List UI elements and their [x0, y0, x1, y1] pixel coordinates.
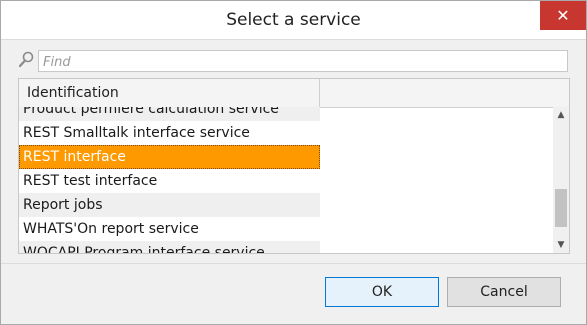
scroll-down-button[interactable]: ▼ [553, 237, 569, 253]
list-item[interactable]: WHATS'On report service [19, 217, 320, 241]
cancel-button[interactable]: Cancel [447, 277, 561, 307]
list-item[interactable]: REST test interface [19, 169, 320, 193]
search-input[interactable] [39, 52, 567, 73]
ok-button[interactable]: OK [325, 277, 439, 307]
select-service-dialog: Select a service ✕ Identification Produc… [0, 0, 587, 325]
dialog-footer: OK Cancel [1, 263, 586, 324]
service-grid: Identification Product permiere calculat… [18, 78, 570, 254]
list-item[interactable]: REST Smalltalk interface service [19, 121, 320, 145]
grid-header: Identification [19, 79, 569, 108]
search-field[interactable] [38, 50, 568, 73]
title-bar: Select a service ✕ [1, 1, 586, 39]
dialog-content: Identification Product permiere calculat… [1, 39, 586, 263]
chevron-up-icon: ▲ [557, 110, 565, 120]
list-item[interactable]: Report jobs [19, 193, 320, 217]
chevron-down-icon: ▼ [557, 240, 565, 250]
column-header-identification[interactable]: Identification [19, 79, 320, 107]
vertical-scrollbar[interactable]: ▲ ▼ [553, 107, 569, 253]
list-item[interactable]: Product permiere calculation service [19, 107, 320, 121]
list-item[interactable]: WOCAPI Program interface service [19, 241, 320, 253]
search-icon [18, 51, 34, 68]
list-item-selected[interactable]: REST interface [19, 145, 320, 169]
close-icon: ✕ [556, 6, 570, 25]
dialog-title: Select a service [226, 10, 361, 30]
grid-rows: Product permiere calculation service RES… [19, 107, 320, 253]
close-button[interactable]: ✕ [540, 1, 586, 30]
scroll-up-button[interactable]: ▲ [553, 107, 569, 123]
scroll-thumb[interactable] [555, 189, 567, 227]
